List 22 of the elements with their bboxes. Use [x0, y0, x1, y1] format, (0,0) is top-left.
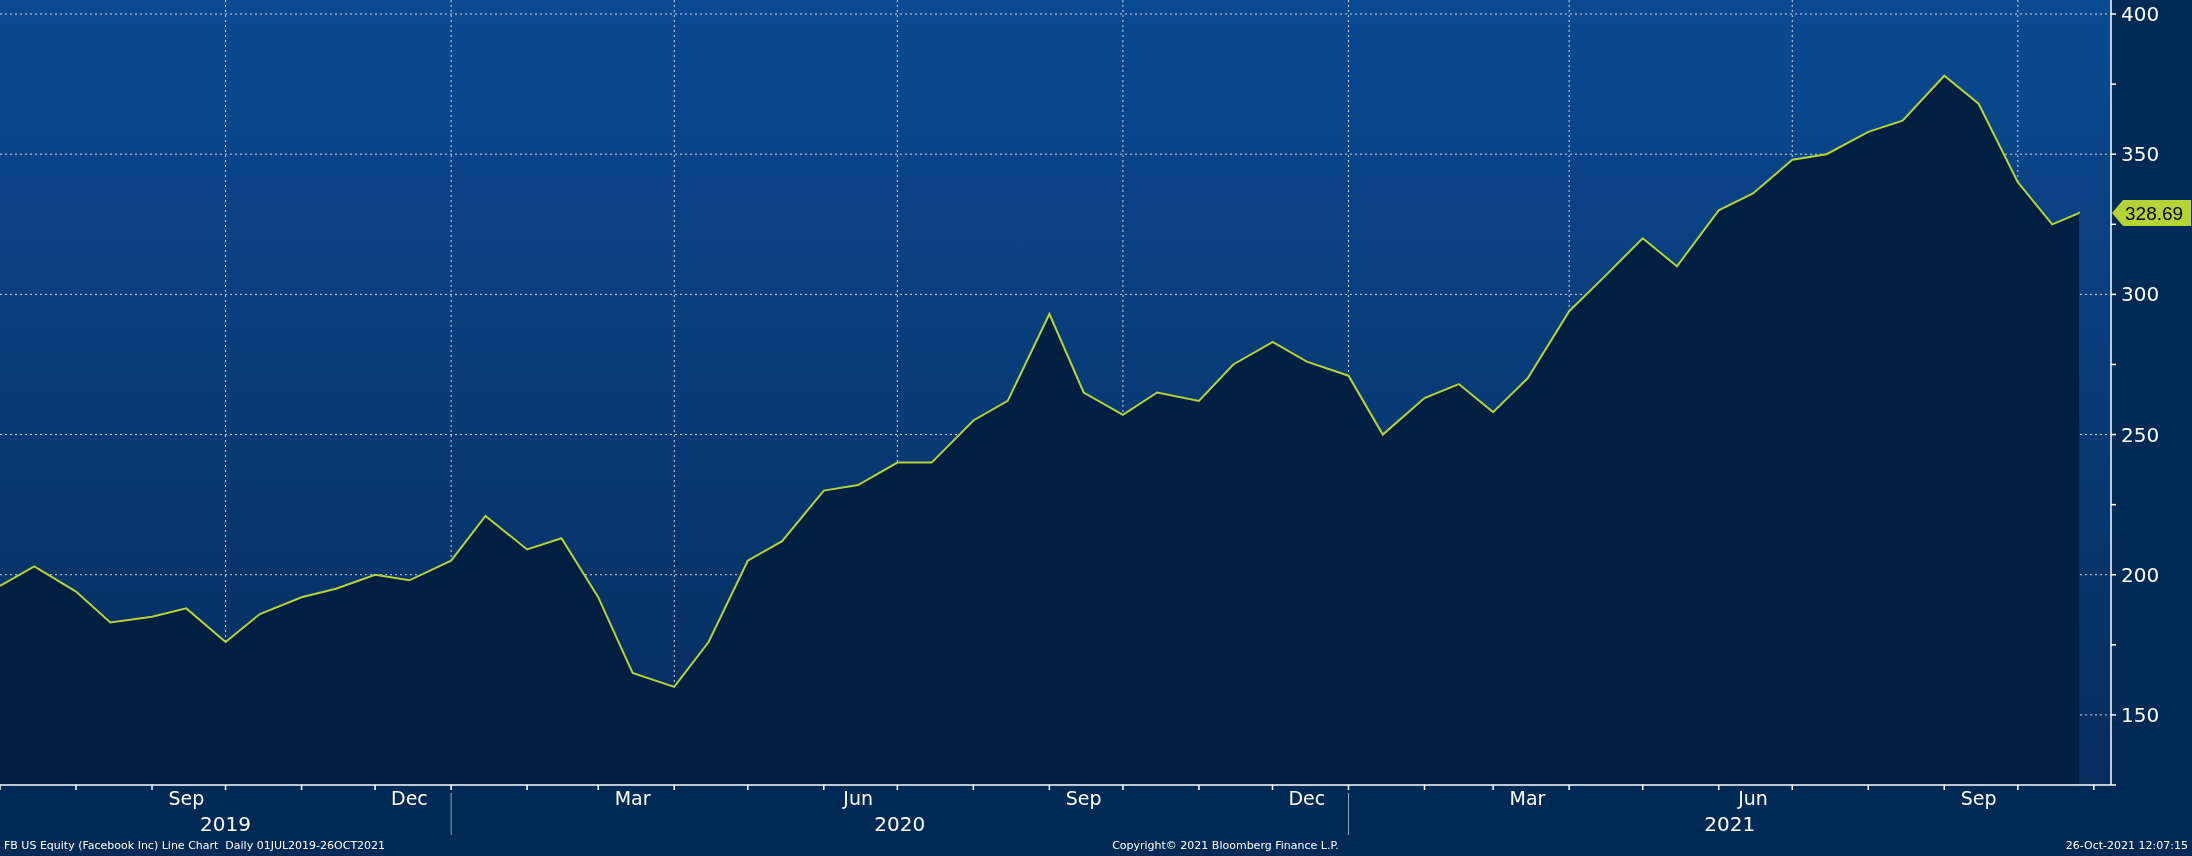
month-label: Sep	[1065, 787, 1102, 809]
month-label: Dec	[391, 787, 428, 809]
month-label: Mar	[614, 787, 651, 809]
price-tag: 328.69	[2112, 200, 2191, 227]
axis-label: 150	[2121, 702, 2160, 727]
chart-description: FB US Equity (Facebook Inc) Line Chart Daily 01JUL2019-26OCT2021	[4, 837, 386, 854]
month-label: Jun	[843, 787, 873, 809]
axis-label: 250	[2121, 422, 2160, 447]
month-label: Sep	[1960, 787, 1997, 809]
axis-label: 400	[2121, 2, 2160, 26]
axis-label: 350	[2121, 142, 2160, 167]
year-label: 2021	[1704, 812, 1756, 836]
timestamp-text: 26-Oct-2021 12:07:15	[2065, 837, 2188, 854]
axis-label: 300	[2121, 282, 2160, 307]
year-label: 2019	[200, 812, 251, 836]
month-label: Dec	[1288, 787, 1326, 809]
copyright-text: Copyright© 2021 Bloomberg Finance L.P.	[1112, 837, 1339, 854]
axis-label: 200	[2121, 562, 2160, 587]
month-label: Jun	[1738, 787, 1768, 809]
year-label: 2020	[874, 812, 926, 836]
month-label: Sep	[168, 787, 205, 809]
month-label: Mar	[1509, 787, 1546, 809]
